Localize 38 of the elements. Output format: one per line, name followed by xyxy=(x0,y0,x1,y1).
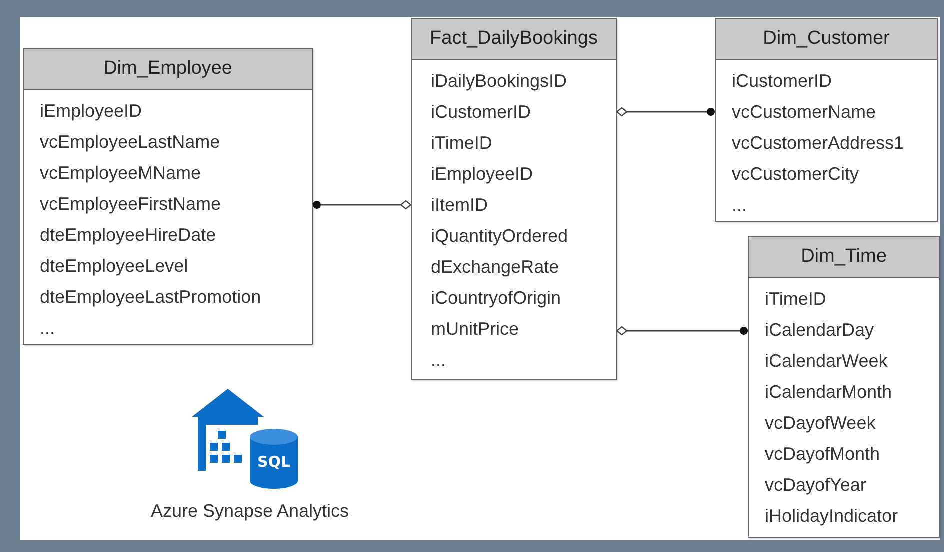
field-name: dteEmployeeLevel xyxy=(40,255,190,278)
field-name: vcEmployeeFirstName xyxy=(40,193,222,216)
field-name: iItemID xyxy=(431,194,490,217)
field-name: vcEmployeeMName xyxy=(40,162,202,185)
table-title: Dim_Customer xyxy=(716,19,937,60)
field-name: iEmployeeID xyxy=(431,163,534,186)
field-name: iDailyBookingsID xyxy=(431,70,568,93)
field-name: vcCustomerAddress1 xyxy=(732,132,906,155)
field-name: iCalendarDay xyxy=(765,319,876,342)
field-name: iEmployeeID xyxy=(40,100,144,123)
field-name: iCalendarWeek xyxy=(765,350,889,373)
field-name: iTimeID xyxy=(765,288,828,311)
field-name: dteEmployeeLastPromotion xyxy=(40,286,262,309)
table-title: Fact_DailyBookings xyxy=(412,19,616,60)
field-name: iTimeID xyxy=(431,132,494,155)
field-name: iQuantityOrdered xyxy=(431,225,570,248)
field-name: iHolidayIndicator xyxy=(765,505,900,528)
field-name: vcDayofWeek xyxy=(765,412,877,435)
field-name: vcDayofYear xyxy=(765,474,868,497)
database-label: SQL xyxy=(257,453,291,471)
field-name: iCountryofOrigin xyxy=(431,287,562,310)
field-name: iCalendarMonth xyxy=(765,381,894,404)
field-name: mUnitPrice xyxy=(431,318,520,341)
field-name: vcCustomerCity xyxy=(732,163,860,186)
field-name: dteEmployeeHireDate xyxy=(40,224,218,247)
database-icon xyxy=(250,429,298,489)
field-name: iCustomerID xyxy=(431,101,532,124)
field-name: ... xyxy=(732,194,748,217)
field-name: dExchangeRate xyxy=(431,256,560,279)
product-caption: Azure Synapse Analytics xyxy=(150,501,350,522)
table-title: Dim_Time xyxy=(749,237,939,278)
field-name: vcEmployeeLastName xyxy=(40,131,222,154)
field-name: iCustomerID xyxy=(732,70,834,93)
field-name: ... xyxy=(431,349,448,372)
field-name: ... xyxy=(40,317,56,340)
table-title: Dim_Employee xyxy=(24,49,312,90)
field-name: vcDayofMonth xyxy=(765,443,882,466)
field-name: vcCustomerName xyxy=(732,101,878,124)
